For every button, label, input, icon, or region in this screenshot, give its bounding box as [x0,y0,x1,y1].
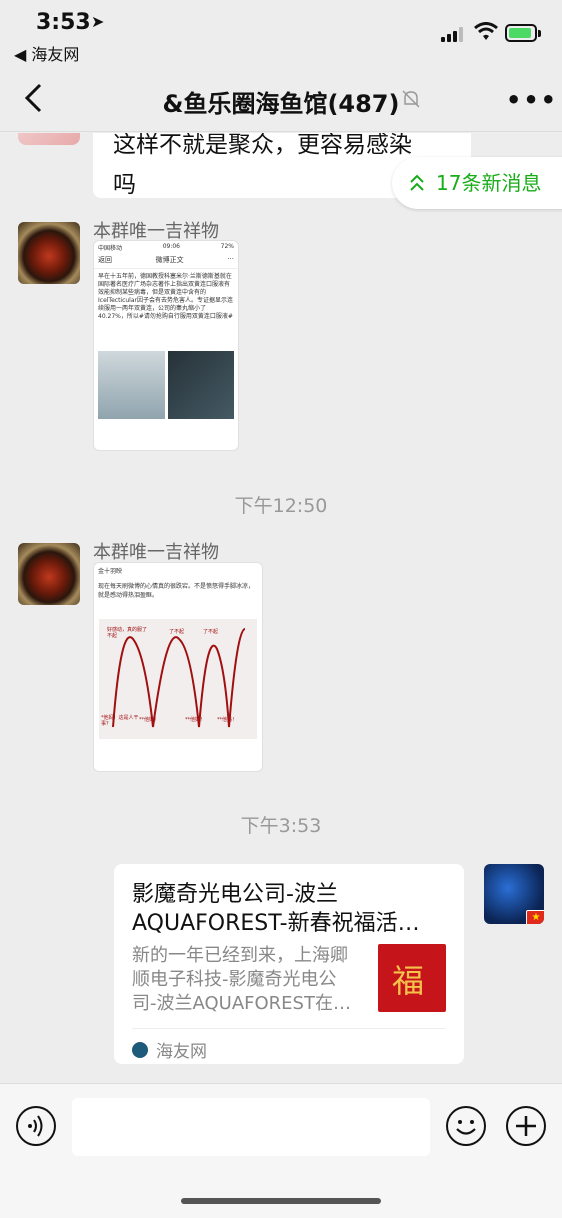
link-card-title: 影魔奇光电公司-波兰 AQUAFOREST-新春祝福活… [132,882,420,936]
status-bar: 3:53 ➤ ◀ 海友网 [0,0,562,66]
status-time: 3:53 [36,10,91,35]
battery-cap [538,30,541,37]
image-status-bar: 中国移动 09:06 72% [98,243,234,252]
wifi-icon [474,22,498,40]
sender-name: 本群唯一吉祥物 [93,542,219,563]
new-messages-button[interactable]: 17条新消息 [392,157,562,209]
image-message[interactable]: 中国移动 09:06 72% 返回 微博正文 ··· 早在十五年前，德国教授科塞米尔·兰… [93,240,239,451]
image-post-photos [94,351,238,419]
battery-icon [505,24,537,42]
image-user: 金十羽映 [98,568,123,575]
voice-icon [28,1115,43,1137]
message-input[interactable] [72,1098,430,1156]
link-card-source: 海友网 [132,1037,207,1062]
signal-icon [441,26,467,42]
more-options-icon[interactable]: ••• [506,86,558,114]
meme-label: **他妈！ [139,717,160,723]
emoji-button[interactable] [446,1106,486,1146]
chat-title: &鱼乐圈海鱼馆(487) [162,90,400,118]
chat-header: &鱼乐圈海鱼馆(487) ••• [0,66,562,132]
back-to-app-link[interactable]: ◀ 海友网 [14,41,79,65]
smiley-icon [456,1120,476,1135]
mute-bell-icon [402,90,420,108]
home-indicator[interactable] [181,1198,381,1204]
timestamp: 下午12:50 [234,495,328,517]
china-flag-icon: ★ [526,910,544,924]
meme-label: *他妈！这是人干事？ [101,715,139,727]
plus-icon [516,1116,536,1136]
location-arrow-icon: ➤ [91,12,105,31]
image-post-text: 现在每天刷微博的心情真的很跌宕。不是愤怒得手脚冰凉，就是感动得热泪盈眶。 [98,583,255,599]
image-message[interactable]: 金十羽映 现在每天刷微博的心情真的很跌宕。不是愤怒得手脚冰凉，就是感动得热泪盈眶… [93,562,263,772]
image-meme-graph: 好感动，真的服了不起 了不起 了不起 *他妈！这是人干事？ **他妈！ **他妈！ **他妈… [99,619,257,739]
avatar[interactable] [18,222,80,284]
meme-label: 了不起 [203,629,219,635]
timestamp: 下午3:53 [240,815,322,837]
image-nav: 返回 微博正文 ··· [94,253,238,269]
meme-label: **他妈！ [217,717,238,723]
chat-messages[interactable]: 这样不就是聚众，更容易感染 吗 17条新消息 本群唯一吉祥物 中国移动 09:06… [0,133,562,1083]
my-avatar[interactable]: ★ [484,864,544,924]
double-chevron-up-icon [410,174,424,191]
voice-button[interactable] [16,1106,56,1146]
image-post-text: 早在十五年前，德国教授科塞米尔·兰斯德斯基就在国际著名医疗广场杂志著作上指出双黄… [98,273,233,320]
link-card-thumbnail: 福 [378,944,446,1012]
link-card-description: 新的一年已经到来，上海卿顺电子科技-影魔奇光电公司-波兰AQUAFOREST在… [132,945,351,1014]
avatar[interactable] [18,543,80,605]
message-text: 这样不就是聚众，更容易感染 [113,133,412,158]
more-actions-button[interactable] [506,1106,546,1146]
avatar[interactable] [18,133,80,145]
link-card[interactable]: 影魔奇光电公司-波兰 AQUAFOREST-新春祝福活… 新的一年已经到来，上海… [114,864,464,1064]
new-messages-label: 17条新消息 [436,171,542,195]
meme-label: 好感动，真的服了不起 [107,627,148,639]
source-icon [132,1041,148,1058]
